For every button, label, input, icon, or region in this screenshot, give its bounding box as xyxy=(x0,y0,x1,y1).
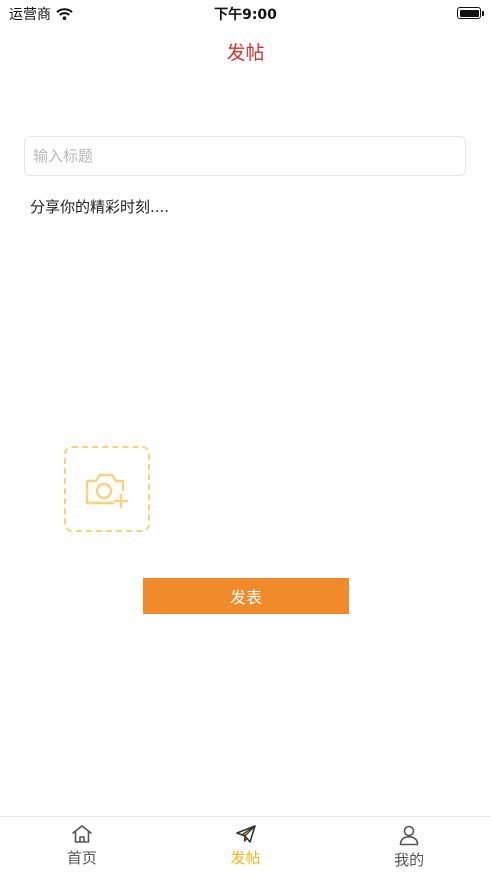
content-textarea[interactable] xyxy=(24,192,466,422)
status-time: 下午9:00 xyxy=(214,7,277,23)
user-icon xyxy=(399,825,419,846)
tab-mine[interactable]: 我的 xyxy=(327,817,491,877)
tab-post[interactable]: 发帖 xyxy=(164,817,328,877)
publish-button[interactable]: 发表 xyxy=(143,578,349,614)
tab-home[interactable]: 首页 xyxy=(0,817,164,877)
title-input[interactable] xyxy=(24,136,466,176)
paper-plane-icon xyxy=(235,825,256,843)
page-title: 发帖 xyxy=(226,42,265,64)
tab-bar: 首页 发帖 我的 xyxy=(0,816,491,877)
tab-post-label: 发帖 xyxy=(230,849,261,867)
add-photo-button[interactable] xyxy=(64,446,150,532)
battery-icon xyxy=(457,7,484,19)
tab-mine-label: 我的 xyxy=(394,851,425,869)
tab-home-label: 首页 xyxy=(66,849,97,867)
home-icon xyxy=(72,825,92,843)
camera-plus-icon xyxy=(85,473,129,509)
status-bar: 运营商 下午9:00 xyxy=(0,0,491,26)
